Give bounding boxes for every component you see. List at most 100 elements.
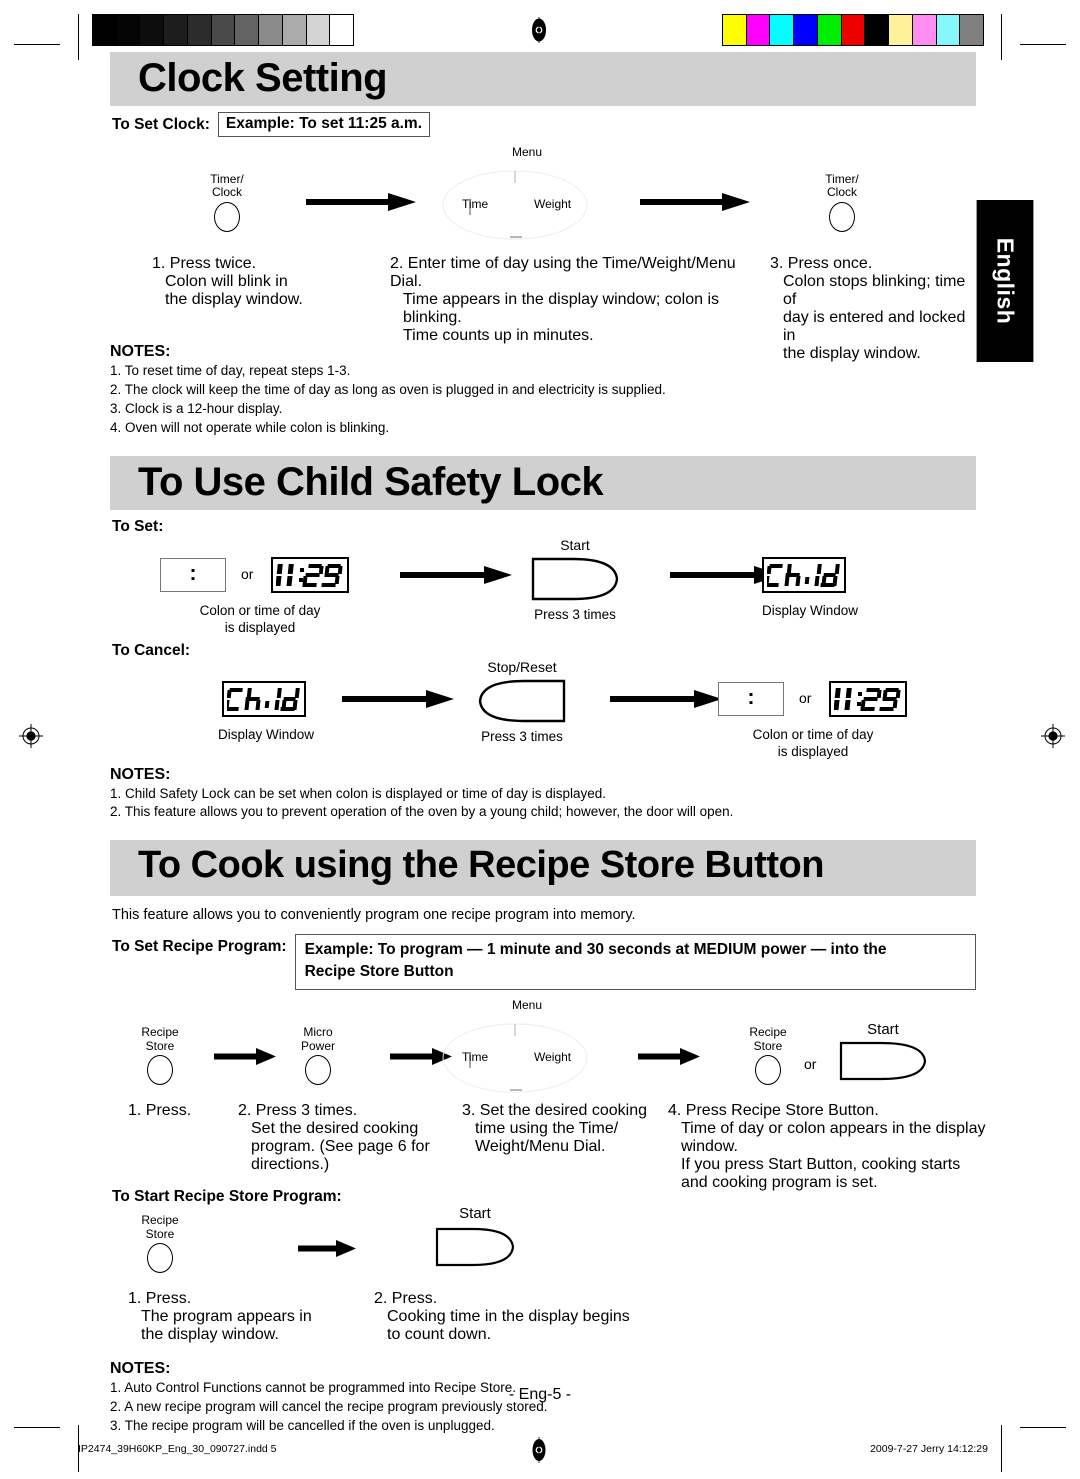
example-box-recipe: Example: To program — 1 minute and 30 se…: [294, 934, 976, 991]
display-child-cancel: [222, 680, 306, 717]
button-start-recipe-run[interactable]: Start: [420, 1204, 530, 1268]
key-recipe-store-1-label: Recipe Store: [141, 1025, 179, 1053]
start-button-icon: [531, 557, 619, 600]
page-canvas: English Clock Setting To Set Clock: Exam…: [0, 0, 1080, 1479]
color-swatch: [960, 15, 984, 45]
note-item: 2. The clock will keep the time of day a…: [110, 381, 666, 397]
key-timer-clock-1[interactable]: Timer/ Clock: [195, 172, 259, 232]
step-line: Time counts up in minutes.: [403, 327, 594, 344]
display-child: [762, 556, 846, 593]
step-line: and cooking program is set.: [681, 1174, 878, 1192]
color-swatch: [770, 15, 795, 45]
step-line: Weight/Menu Dial.: [475, 1138, 606, 1156]
step-line: time using the Time/: [475, 1120, 619, 1138]
button-start-label: Start: [867, 1021, 899, 1039]
step-line: Colon stops blinking; time of: [783, 273, 966, 308]
step-start-recipe-1: 1. Press. The program appears in the dis…: [128, 1290, 368, 1344]
seven-segment-1125: [276, 563, 343, 587]
color-swatch: [936, 15, 961, 45]
arrow-right-icon: [306, 193, 416, 211]
heading-clock-setting: Clock Setting: [138, 56, 388, 100]
arrow-right-icon: [342, 689, 454, 708]
button-stop-reset-label: Stop/Reset: [487, 658, 557, 675]
step-line: program. (See page 6 for: [251, 1138, 430, 1156]
caption-line: is displayed: [777, 744, 849, 760]
key-timer-clock-2[interactable]: Timer/ Clock: [810, 172, 874, 232]
registration-mark-left: [18, 723, 44, 749]
key-micro-power[interactable]: Micro Power: [286, 1026, 350, 1086]
step-recipe-1: 1. Press.: [128, 1102, 238, 1120]
note-item: 1. To reset time of day, repeat steps 1-…: [110, 363, 351, 378]
note-item: 3. Clock is a 12-hour display.: [110, 400, 283, 416]
step-line: 2. Enter time of day using the Time/Weig…: [390, 255, 736, 290]
registration-mark-top: [526, 17, 552, 43]
key-timer-clock-2-label: Timer/ Clock: [825, 172, 859, 200]
caption-press-3-times-cancel: Press 3 times: [481, 728, 563, 744]
key-recipe-store-2[interactable]: Recipe Store: [736, 1026, 800, 1086]
notes-title: NOTES:: [110, 1360, 171, 1378]
step-recipe-3: 3. Set the desired cooking time using th…: [462, 1102, 672, 1156]
step-line: to count down.: [387, 1326, 492, 1344]
crop-mark-bottomleft-horizontal: [14, 1427, 60, 1428]
step-line: Time appears in the display window; colo…: [403, 291, 720, 308]
button-start-recipe[interactable]: Start: [828, 1020, 938, 1082]
example-line: Example: To program — 1 minute and 30 se…: [304, 941, 887, 959]
time-weight-menu-dial-recipe[interactable]: Time Weight: [410, 1022, 620, 1094]
dial-label-time: Time: [462, 197, 489, 211]
note-item: 3. The recipe program will be cancelled …: [110, 1417, 495, 1433]
step-line: Colon will blink in: [165, 273, 288, 290]
footer-timestamp: 2009-7-27 Jerry 14:12:29: [870, 1443, 988, 1455]
color-swatch: [723, 15, 747, 45]
language-tab-label: English: [992, 237, 1019, 325]
grayscale-calibration-bar: [92, 14, 354, 46]
caption-line: Colon or time of day: [752, 726, 874, 742]
arrow-right-icon: [400, 565, 512, 584]
dial-label-weight: Weight: [534, 197, 572, 211]
crop-mark-right-horizontal: [1020, 44, 1066, 45]
grayscale-swatch: [235, 15, 260, 45]
example-line: Recipe Store Button: [304, 963, 454, 981]
grayscale-swatch: [93, 15, 117, 45]
note-item: 4. Oven will not operate while colon is …: [110, 419, 390, 435]
example-box-clock: Example: To set 11:25 a.m.: [217, 112, 431, 137]
seven-segment-child: [227, 687, 300, 711]
dial-label-weight: Weight: [534, 1050, 572, 1065]
step-clock-3: 3. Press once. Colon stops blinking; tim…: [770, 255, 990, 363]
button-start-label: Start: [560, 536, 590, 553]
start-button-icon: [839, 1041, 927, 1080]
crop-mark-bottomright-horizontal: [1020, 1427, 1066, 1428]
crop-mark-left-vertical: [78, 14, 79, 60]
grayscale-swatch: [259, 15, 283, 45]
section-header-recipe-store: To Cook using the Recipe Store Button: [110, 840, 976, 897]
grayscale-swatch: [116, 15, 141, 45]
button-start-childlock[interactable]: Start Press 3 times: [515, 536, 635, 624]
crop-mark-right-vertical: [1001, 14, 1002, 60]
display-blank-colon-cancel: :: [718, 681, 784, 716]
step-clock-2: 2. Enter time of day using the Time/Weig…: [390, 255, 770, 345]
note-item: 1. Child Safety Lock can be set when col…: [110, 785, 607, 801]
key-recipe-store-1[interactable]: Recipe Store: [128, 1025, 192, 1086]
arrow-right-icon: [638, 1048, 700, 1066]
label-to-set-clock: To Set Clock:: [112, 115, 210, 133]
grayscale-swatch: [140, 15, 165, 45]
color-swatch: [865, 15, 890, 45]
caption-press-3-times: Press 3 times: [534, 606, 616, 622]
trim-line-bottom-right: [1001, 1430, 1002, 1472]
color-swatch: [746, 15, 771, 45]
key-circle-icon: [829, 201, 855, 232]
step-line: Cooking time in the display begins: [387, 1308, 630, 1326]
step-line: window.: [681, 1138, 738, 1156]
time-weight-menu-dial[interactable]: Time Weight: [410, 169, 620, 241]
intro-recipe-store: This feature allows you to conveniently …: [112, 907, 636, 924]
step-recipe-2: 2. Press 3 times. Set the desired cookin…: [238, 1102, 458, 1174]
registration-mark-bottom: [526, 1437, 552, 1463]
key-circle-icon: [755, 1055, 781, 1086]
key-recipe-store-3[interactable]: Recipe Store: [128, 1214, 192, 1274]
grayscale-swatch: [211, 15, 236, 45]
section-header-child-safety-lock: To Use Child Safety Lock: [110, 455, 976, 510]
step-line: 2. Press.: [374, 1290, 438, 1308]
button-stop-reset[interactable]: Stop/Reset Press 3 times: [460, 658, 584, 746]
note-item: 2. This feature allows you to prevent op…: [110, 804, 734, 820]
key-circle-icon: [147, 1055, 173, 1086]
step-clock-1: 1. Press twice. Colon will blink in the …: [152, 255, 362, 309]
